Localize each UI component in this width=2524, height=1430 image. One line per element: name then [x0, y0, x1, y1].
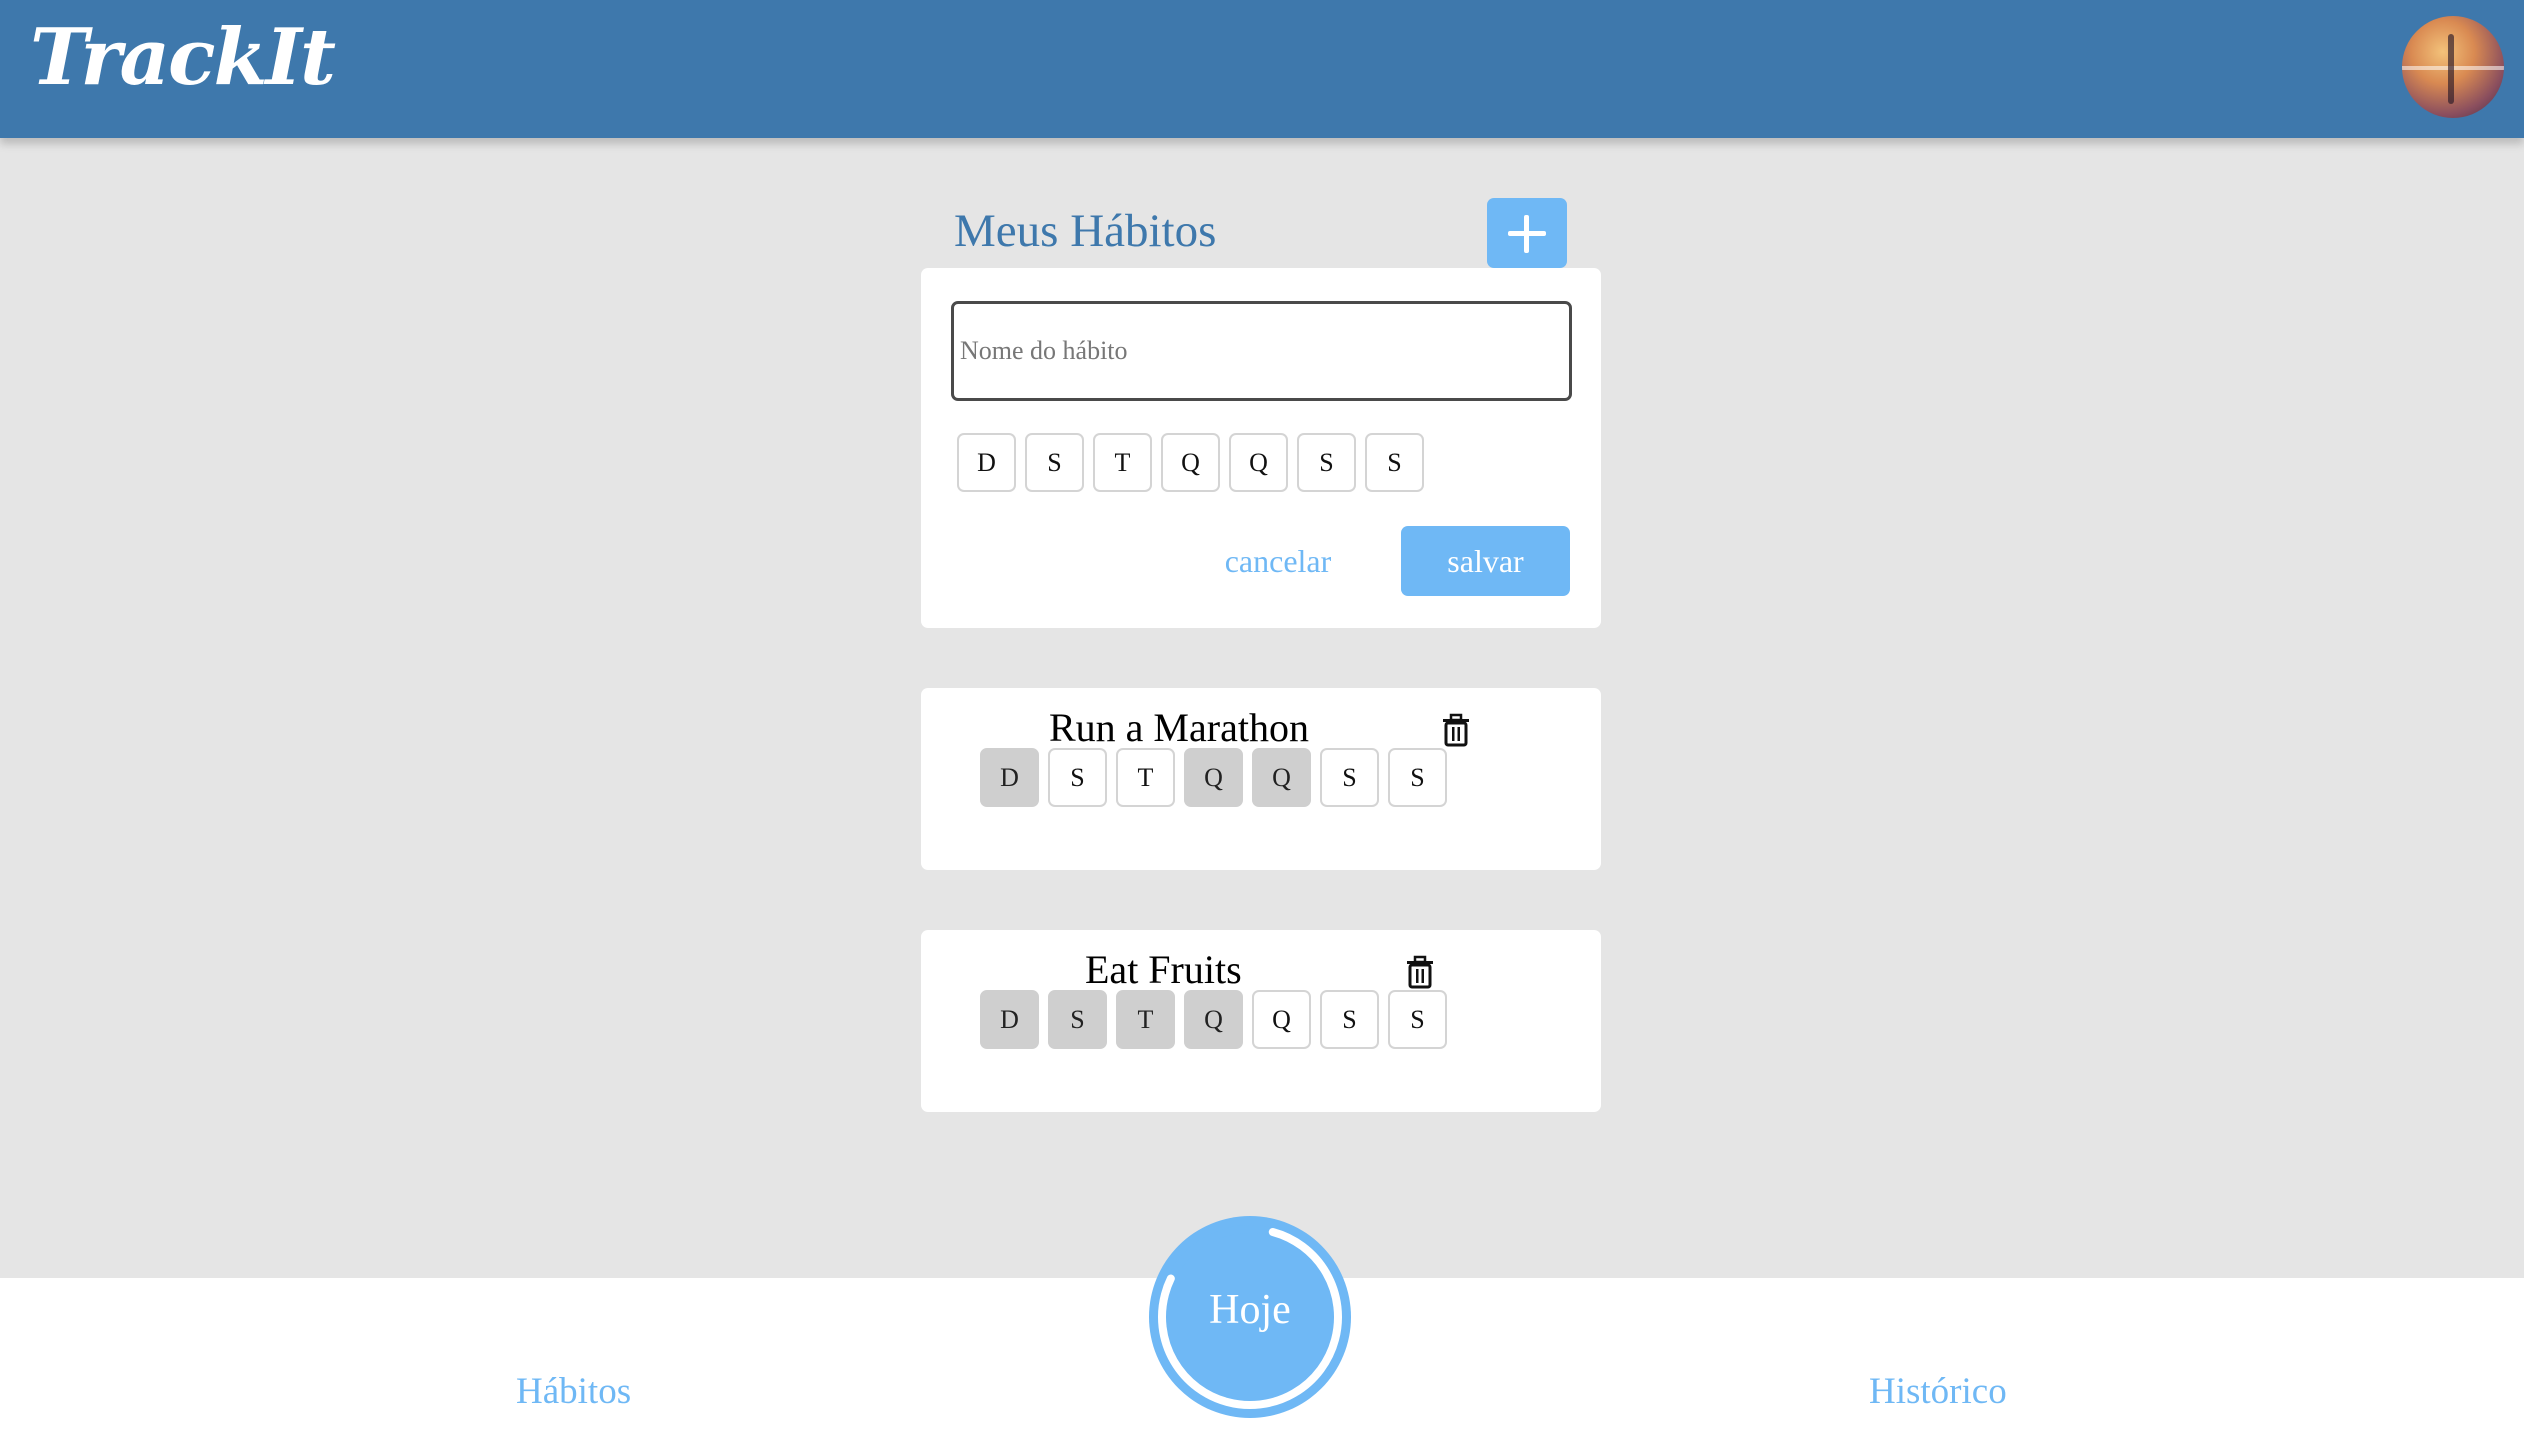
habit-card: Run a Marathon D S T Q Q S S: [921, 688, 1601, 870]
day-sunday: D: [980, 990, 1039, 1049]
day-thursday: Q: [1252, 990, 1311, 1049]
add-habit-button[interactable]: [1487, 198, 1567, 268]
habit-card: Eat Fruits D S T Q Q S S: [921, 930, 1601, 1112]
day-toggle-tuesday[interactable]: T: [1093, 433, 1152, 492]
day-toggle-wednesday[interactable]: Q: [1161, 433, 1220, 492]
weekday-display: D S T Q Q S S: [980, 990, 1447, 1049]
cancel-button[interactable]: cancelar: [1203, 526, 1353, 596]
weekday-display: D S T Q Q S S: [980, 748, 1447, 807]
day-toggle-saturday[interactable]: S: [1365, 433, 1424, 492]
new-habit-card: D S T Q Q S S cancelar salvar: [921, 268, 1601, 628]
day-toggle-thursday[interactable]: Q: [1229, 433, 1288, 492]
trash-icon[interactable]: [1441, 713, 1471, 747]
weekday-selector: D S T Q Q S S: [957, 433, 1424, 492]
day-monday: S: [1048, 990, 1107, 1049]
habit-name-input[interactable]: [951, 301, 1572, 401]
day-friday: S: [1320, 748, 1379, 807]
nav-habits-link[interactable]: Hábitos: [516, 1370, 631, 1413]
nav-history-link[interactable]: Histórico: [1869, 1370, 2007, 1413]
app-logo: TrackIt: [30, 12, 336, 103]
day-wednesday: Q: [1184, 990, 1243, 1049]
day-thursday: Q: [1252, 748, 1311, 807]
day-tuesday: T: [1116, 990, 1175, 1049]
trash-icon[interactable]: [1405, 955, 1435, 989]
habit-name: Run a Marathon: [1049, 705, 1309, 750]
day-friday: S: [1320, 990, 1379, 1049]
day-saturday: S: [1388, 748, 1447, 807]
day-monday: S: [1048, 748, 1107, 807]
page-title: Meus Hábitos: [954, 205, 1217, 257]
day-toggle-friday[interactable]: S: [1297, 433, 1356, 492]
day-tuesday: T: [1116, 748, 1175, 807]
day-toggle-sunday[interactable]: D: [957, 433, 1016, 492]
day-toggle-monday[interactable]: S: [1025, 433, 1084, 492]
save-button[interactable]: salvar: [1401, 526, 1570, 596]
nav-today-button[interactable]: Hoje: [1149, 1216, 1351, 1418]
day-wednesday: Q: [1184, 748, 1243, 807]
day-sunday: D: [980, 748, 1039, 807]
user-avatar[interactable]: [2402, 16, 2504, 118]
habit-name: Eat Fruits: [1085, 947, 1242, 992]
top-bar: TrackIt: [0, 0, 2524, 138]
day-saturday: S: [1388, 990, 1447, 1049]
today-label: Hoje: [1209, 1287, 1291, 1333]
